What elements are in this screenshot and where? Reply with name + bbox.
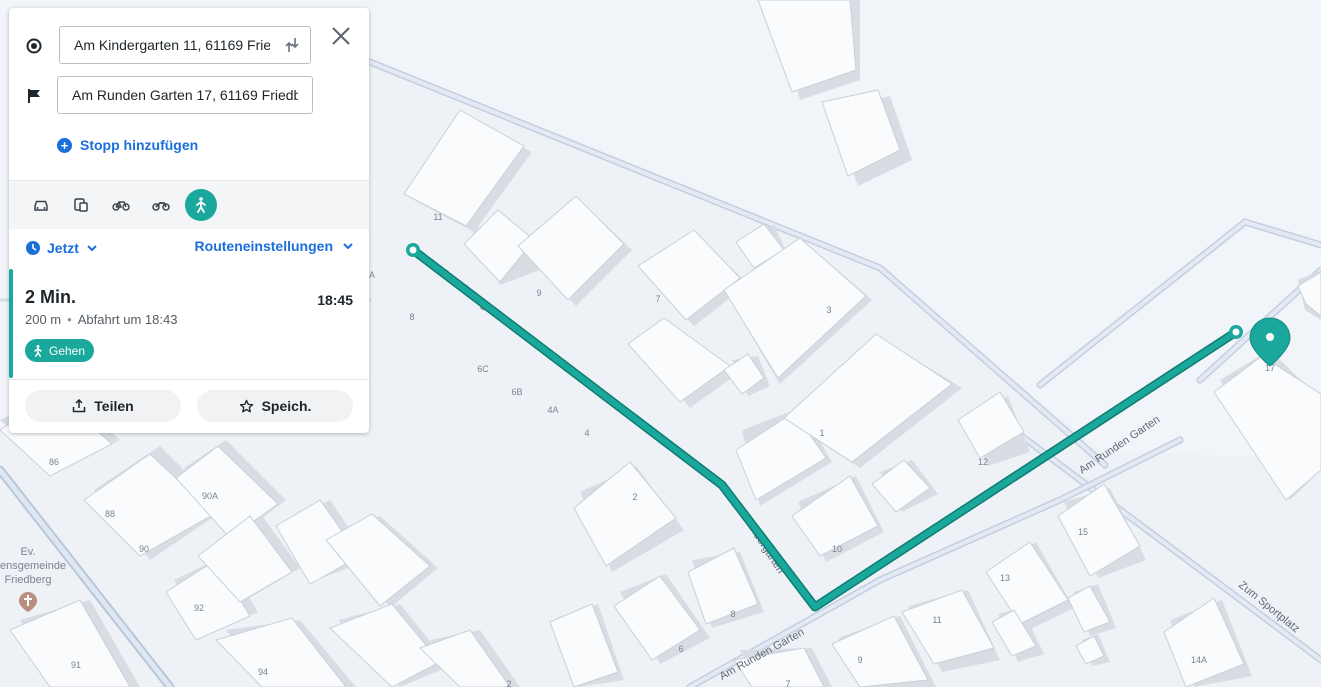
swap-icon[interactable] [283,36,301,54]
route-distance: 200 m [25,312,62,327]
time-and-settings-row: Jetzt Routeneinstellungen [25,238,355,260]
route-start-point [406,243,420,257]
house-number: 8 [730,609,735,619]
save-button[interactable]: Speich. [197,390,353,422]
poi-label: densgemeinde [0,560,66,572]
house-number: 13 [1000,573,1010,583]
house-number: 3 [826,305,831,315]
route-duration: 2 Min. [25,287,77,307]
route-option-card[interactable]: 2 Min. 18:45 200 m • Abfahrt um 18:43 Gehe… [9,269,369,380]
house-number: 7 [655,294,660,304]
destination-row [9,76,369,116]
house-number: 7 [785,679,790,687]
selected-indicator [9,269,13,378]
house-number: 9 [536,288,541,298]
transit-icon [74,198,88,212]
route-planner-panel: + Stopp hinzufügen [9,8,369,433]
house-number: 86 [49,457,59,467]
plus-circle-icon: + [57,137,72,153]
route-settings-label: Routeneinstellungen [194,238,333,254]
mode-walk[interactable] [185,189,217,221]
destination-address-input[interactable] [57,76,313,114]
transport-mode-bar [9,180,369,229]
house-number: 1 [819,428,824,438]
house-number: A [369,270,375,280]
house-number: 8 [409,312,414,322]
house-number: 9 [857,655,862,665]
chevron-down-icon [87,245,97,252]
mode-badge-label: Gehen [49,343,86,358]
start-marker-icon [26,38,42,54]
poi-label: Friedberg [4,574,51,586]
departure-time-selector[interactable]: Jetzt [25,240,99,256]
share-label: Teilen [94,398,134,414]
walk-icon [196,197,206,213]
house-number: 90 [139,544,149,554]
house-number: 12 [978,457,988,467]
start-address-input[interactable] [59,26,311,64]
start-row [9,26,369,66]
house-number: 92 [194,603,204,613]
share-icon [73,399,86,413]
departure-time-label: Jetzt [47,240,79,256]
house-number: 11 [433,212,442,222]
save-label: Speich. [261,398,312,414]
mode-motorcycle[interactable] [145,189,177,221]
mode-badge: Gehen [25,339,95,362]
close-icon[interactable] [329,24,353,48]
house-number: 94 [258,667,268,677]
clock-icon [26,241,40,255]
mode-transit[interactable] [65,189,97,221]
separator-dot: • [67,312,72,327]
route-meta: 200 m • Abfahrt um 18:43 [25,312,177,327]
bicycle-icon [112,201,130,211]
departure-info: Abfahrt um 18:43 [77,312,178,327]
poi-label: Ev. [20,546,35,558]
mode-bicycle[interactable] [105,189,137,221]
house-number: 90A [202,491,218,501]
add-stop-button[interactable]: + Stopp hinzufügen [57,135,198,155]
house-number: 4A [547,405,558,415]
route-settings-button[interactable]: Routeneinstellungen [195,238,355,254]
house-number: 6B [511,387,522,397]
house-number: 88 [105,509,115,519]
add-stop-label: Stopp hinzufügen [80,137,199,153]
house-number: 10 [832,544,842,554]
motorcycle-icon [152,202,170,211]
house-number: 2 [632,492,637,502]
share-button[interactable]: Teilen [25,390,181,422]
house-number: 14A [1191,655,1207,665]
star-icon [239,399,253,412]
house-number: 6C [477,364,489,374]
car-icon [34,200,48,211]
chevron-down-icon [343,243,353,250]
arrival-time: 18:45 [317,292,353,308]
house-number: 4 [584,428,589,438]
house-number: 15 [1078,527,1088,537]
walk-icon [34,344,42,357]
house-number: 91 [71,660,81,670]
flag-icon [28,89,40,103]
house-number: 11 [932,615,941,625]
house-number: 6 [678,644,683,654]
house-number: 2 [506,679,511,687]
mode-car[interactable] [25,189,57,221]
route-end-point [1229,325,1243,339]
